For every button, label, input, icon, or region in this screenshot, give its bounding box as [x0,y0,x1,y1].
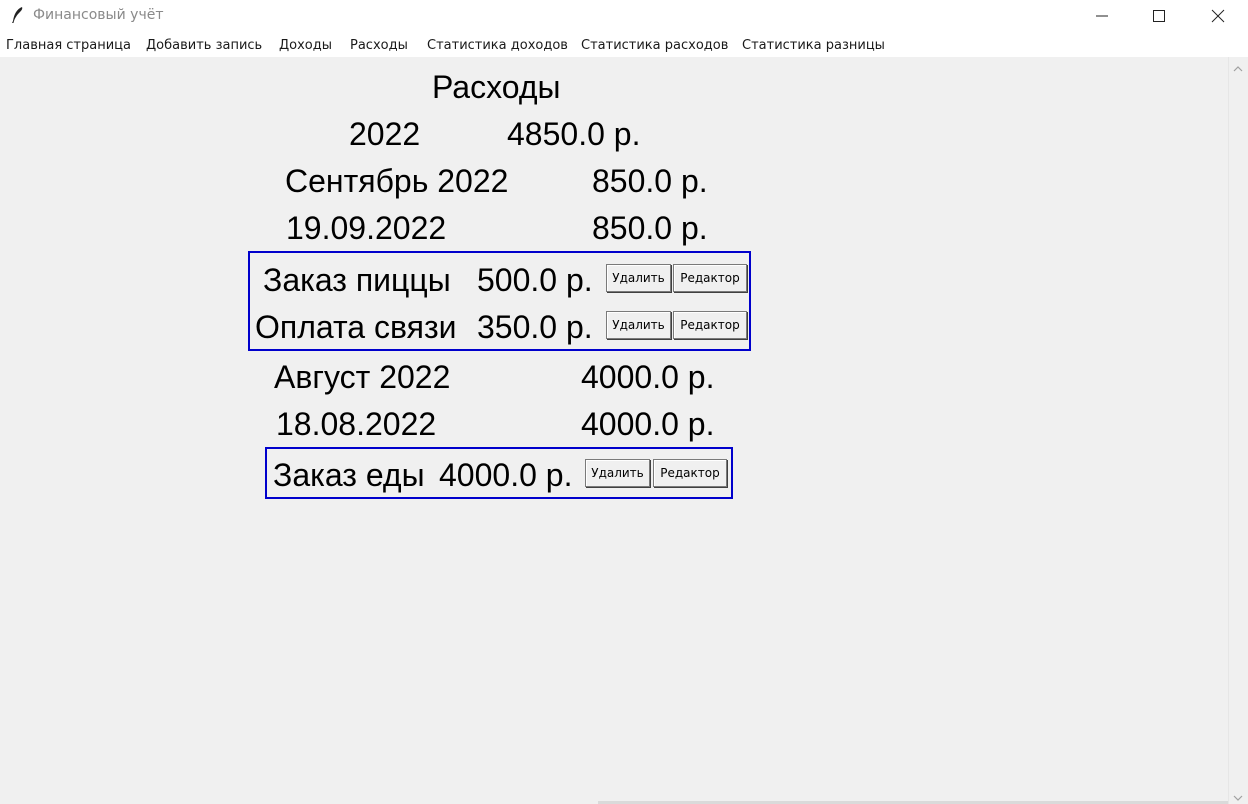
delete-button[interactable]: Удалить [606,264,671,292]
menu-bar: Главная страница Добавить запись Доходы … [0,31,1248,57]
delete-button[interactable]: Удалить [585,459,650,487]
month-total: 4000.0 р. [581,359,715,395]
close-icon [1211,9,1225,23]
menu-item-income-stats[interactable]: Статистика доходов [427,38,568,53]
scroll-down-icon[interactable] [1233,794,1243,802]
entry-name: Заказ пиццы [263,262,451,298]
entry-amount: 500.0 р. [477,262,593,298]
entry-amount: 4000.0 р. [439,457,573,493]
edit-button[interactable]: Редактор [673,311,747,339]
menu-item-income[interactable]: Доходы [279,38,332,53]
title-bar: Финансовый учёт [0,0,1248,31]
year-label: 2022 [349,116,421,152]
maximize-icon [1153,10,1165,22]
minimize-button[interactable] [1079,0,1125,31]
menu-item-home[interactable]: Главная страница [6,38,131,53]
entry-amount: 350.0 р. [477,309,593,345]
minimize-icon [1096,15,1108,17]
day-total: 850.0 р. [592,210,708,246]
menu-item-expenses[interactable]: Расходы [350,38,408,53]
page-title: Расходы [432,69,561,105]
entries-frame: Заказ пиццы 500.0 р. Удалить Редактор Оп… [248,251,751,351]
scroll-up-icon[interactable] [1233,65,1243,73]
vertical-scrollbar[interactable] [1228,57,1248,804]
maximize-button[interactable] [1136,0,1182,31]
menu-item-expense-stats[interactable]: Статистика расходов [581,38,728,53]
delete-button[interactable]: Удалить [606,311,671,339]
feather-icon [12,7,23,23]
entries-frame: Заказ еды 4000.0 р. Удалить Редактор [265,447,733,499]
edit-button[interactable]: Редактор [653,459,727,487]
month-label: Август 2022 [274,359,451,395]
close-button[interactable] [1195,0,1241,31]
day-label: 18.08.2022 [276,406,437,442]
menu-item-difference-stats[interactable]: Статистика разницы [742,38,885,53]
window-title: Финансовый учёт [33,7,164,23]
edit-button[interactable]: Редактор [673,264,747,292]
entry-name: Оплата связи [255,309,457,345]
entry-name: Заказ еды [273,457,425,493]
day-total: 4000.0 р. [581,406,715,442]
month-label: Сентябрь 2022 [285,163,509,199]
day-label: 19.09.2022 [286,210,447,246]
year-total: 4850.0 р. [507,116,641,152]
month-total: 850.0 р. [592,163,708,199]
menu-item-add-record[interactable]: Добавить запись [146,38,262,53]
